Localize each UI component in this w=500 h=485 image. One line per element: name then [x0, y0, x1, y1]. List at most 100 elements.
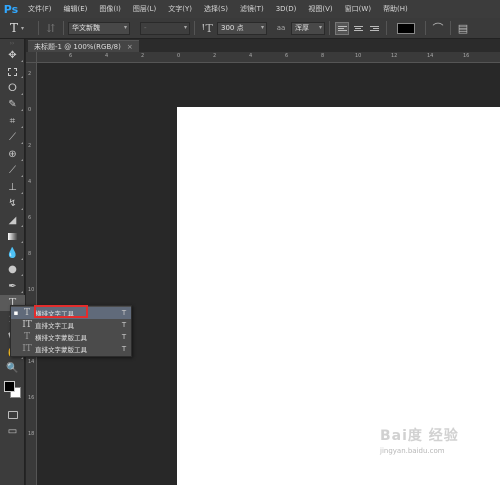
tool-preset-picker[interactable]: T ▾	[0, 18, 34, 39]
foreground-color-swatch[interactable]	[4, 381, 15, 392]
ruler-tick-label: 4	[249, 53, 253, 59]
clone-stamp-tool-icon[interactable]: ⊥	[0, 179, 25, 196]
ruler-tick-label: 16	[28, 395, 35, 401]
ruler-tick-label: 2	[28, 143, 32, 149]
ruler-tick-label: 14	[427, 53, 434, 59]
menu-type[interactable]: 文字(Y)	[162, 4, 198, 14]
character-panel-icon[interactable]: ▤	[455, 20, 471, 36]
shortcut-key: T	[121, 321, 127, 329]
type-tool-icon: T	[9, 21, 18, 35]
dodge-tool-icon[interactable]: ●	[0, 262, 25, 279]
font-size-value: 300 点	[221, 24, 244, 32]
menu-edit[interactable]: 编辑(E)	[58, 4, 94, 14]
color-swatches[interactable]	[0, 377, 24, 407]
options-bar: T ▾ ⇵ 华文新魏 ▾ - ▾ ꞋT 300 点 ▾ aa 浑厚 ▾ ⌒ ▤	[0, 18, 500, 39]
menu-item-label: 直排文字工具	[35, 322, 74, 330]
separator	[38, 21, 39, 35]
ruler-tick-label: 4	[28, 179, 32, 185]
selected-bullet-icon: ▪	[13, 309, 19, 317]
horizontal-type-icon: T	[23, 308, 30, 318]
vertical-type-icon: IT	[22, 320, 32, 330]
ruler-tick-label: 8	[28, 251, 32, 257]
font-size-icon: ꞋT	[201, 21, 213, 35]
font-style-value: -	[144, 24, 147, 32]
ruler-tick-label: 0	[177, 53, 181, 59]
menu-help[interactable]: 帮助(H)	[377, 4, 414, 14]
ruler-tick-label: 10	[28, 287, 35, 293]
align-center-button[interactable]	[351, 22, 365, 35]
menu-select[interactable]: 选择(S)	[198, 4, 234, 14]
healing-brush-tool-icon[interactable]: ⊕	[0, 146, 25, 163]
panel-grip-icon[interactable]: ››	[0, 39, 24, 47]
shortcut-key: T	[121, 333, 127, 341]
watermark-logo-text: Bai度 经验	[380, 428, 459, 444]
ruler-tick-label: 12	[391, 53, 398, 59]
shortcut-key: T	[121, 345, 127, 353]
menu-item-vertical-type-mask-tool[interactable]: IT 直排文字蒙版工具 T	[11, 343, 131, 355]
font-style-select[interactable]: - ▾	[140, 21, 190, 35]
quick-selection-tool-icon[interactable]: ✎	[0, 97, 25, 114]
text-color-swatch[interactable]	[397, 22, 415, 34]
font-family-select[interactable]: 华文新魏 ▾	[68, 21, 130, 35]
separator	[450, 21, 451, 35]
canvas-workspace[interactable]	[37, 63, 500, 485]
annotation-highlight-box	[34, 305, 88, 318]
eraser-tool-icon[interactable]: ◢	[0, 212, 25, 229]
watermark-url: jingyan.baidu.com	[380, 447, 445, 455]
vertical-ruler[interactable]: 2 0 2 4 6 8 10 12 14 16 18	[26, 63, 37, 485]
shortcut-key: T	[121, 309, 127, 317]
blur-tool-icon[interactable]: 💧	[0, 245, 25, 262]
screen-mode-icon[interactable]: ▭	[0, 424, 25, 441]
warp-text-icon[interactable]: ⌒	[430, 20, 446, 36]
gradient-tool-icon[interactable]	[0, 229, 25, 246]
menu-3d[interactable]: 3D(D)	[270, 5, 303, 13]
ruler-tick-label: 16	[463, 53, 470, 59]
ruler-tick-label: 4	[105, 53, 109, 59]
menu-filter[interactable]: 滤镜(T)	[234, 4, 270, 14]
chevron-down-icon: ▾	[260, 23, 264, 31]
menu-window[interactable]: 窗口(W)	[339, 4, 377, 14]
vertical-type-mask-icon: IT	[22, 344, 32, 354]
zoom-tool-icon[interactable]: 🔍	[0, 361, 25, 378]
close-icon[interactable]: ×	[127, 43, 133, 51]
pen-tool-icon[interactable]: ✒	[0, 278, 25, 295]
text-orientation-icon[interactable]: ⇵	[43, 20, 59, 36]
align-right-button[interactable]	[367, 22, 381, 35]
separator	[194, 21, 195, 35]
marquee-tool-icon[interactable]	[0, 64, 25, 81]
horizontal-ruler[interactable]: 6 4 2 0 2 4 6 8 10 12 14 16	[37, 52, 500, 63]
menu-file[interactable]: 文件(F)	[22, 4, 58, 14]
document-tab-bar: 未标题-1 @ 100%(RGB/8) ×	[26, 39, 500, 52]
ruler-tick-label: 6	[69, 53, 73, 59]
brush-tool-icon[interactable]: ⟋	[0, 163, 25, 180]
quick-mask-icon[interactable]	[0, 407, 25, 424]
menu-item-label: 直排文字蒙版工具	[35, 346, 87, 354]
history-brush-tool-icon[interactable]: ↯	[0, 196, 25, 213]
eyedropper-tool-icon[interactable]: ⟋	[0, 130, 25, 147]
menu-item-vertical-type-tool[interactable]: IT 直排文字工具 T	[11, 319, 131, 331]
document-tab[interactable]: 未标题-1 @ 100%(RGB/8) ×	[28, 40, 139, 52]
menu-item-horizontal-type-mask-tool[interactable]: T 横排文字蒙版工具 T	[11, 331, 131, 343]
document-tab-title: 未标题-1 @ 100%(RGB/8)	[34, 42, 121, 51]
ruler-tick-label: 2	[141, 53, 145, 59]
lasso-tool-icon[interactable]: ⵔ	[0, 80, 25, 97]
menu-view[interactable]: 视图(V)	[302, 4, 338, 14]
chevron-down-icon: ▾	[183, 23, 187, 31]
menu-image[interactable]: 图像(I)	[93, 4, 127, 14]
align-left-button[interactable]	[335, 21, 349, 35]
font-size-select[interactable]: 300 点 ▾	[217, 21, 267, 35]
move-tool-icon[interactable]: ✥	[0, 47, 25, 64]
separator	[63, 21, 64, 35]
menu-layer[interactable]: 图层(L)	[127, 4, 162, 14]
ruler-origin[interactable]	[26, 52, 37, 63]
anti-alias-value: 浑厚	[295, 24, 309, 32]
anti-alias-icon: aa	[276, 24, 286, 32]
ruler-tick-label: 0	[28, 107, 32, 113]
anti-alias-select[interactable]: 浑厚 ▾	[291, 21, 325, 35]
ruler-tick-label: 6	[28, 215, 32, 221]
ruler-tick-label: 2	[28, 71, 32, 77]
crop-tool-icon[interactable]: ⌗	[0, 113, 25, 130]
ruler-tick-label: 8	[321, 53, 325, 59]
ruler-tick-label: 14	[28, 359, 35, 365]
menu-item-label: 横排文字蒙版工具	[35, 334, 87, 342]
